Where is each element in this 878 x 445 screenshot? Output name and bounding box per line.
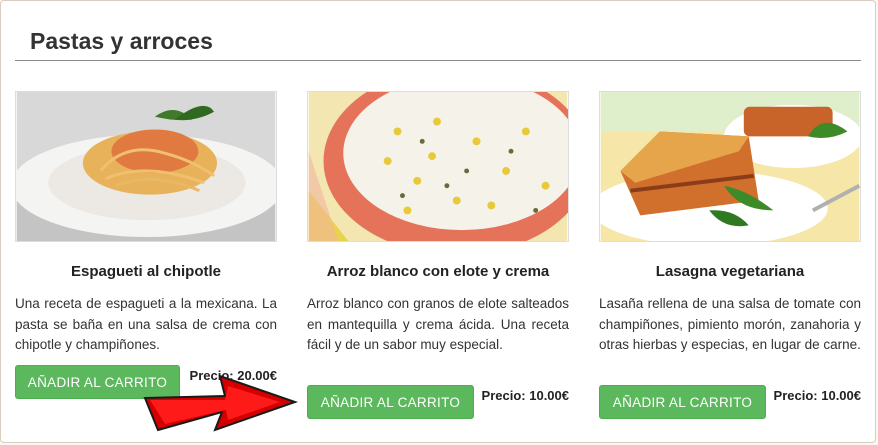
add-to-cart-button[interactable]: AÑADIR AL CARRITO	[307, 385, 474, 419]
product-image-lasagna	[599, 91, 861, 242]
product-name: Lasagna vegetariana	[655, 263, 805, 280]
product-name: Arroz blanco con elote y crema	[326, 263, 550, 280]
section-title: Pastas y arroces	[30, 28, 213, 54]
product-price: Precio: 10.00€	[481, 388, 569, 403]
product-image-espagueti	[15, 91, 277, 242]
product-card-espagueti: Espagueti al chipotle Una receta de espa…	[15, 91, 277, 399]
product-description: Lasaña rellena de una salsa de tomate co…	[599, 296, 861, 352]
product-description: Arroz blanco con granos de elote saltead…	[307, 296, 569, 352]
product-image-arroz	[307, 91, 569, 242]
product-card-arroz: Arroz blanco con elote y crema Arroz bla…	[307, 91, 569, 419]
red-arrow-annotation	[143, 374, 299, 432]
add-to-cart-button[interactable]: AÑADIR AL CARRITO	[599, 385, 766, 419]
title-divider	[15, 60, 861, 61]
product-description: Una receta de espagueti a la mexicana. L…	[15, 296, 277, 352]
product-name: Espagueti al chipotle	[70, 263, 222, 280]
product-card-lasagna: Lasagna vegetariana Lasaña rellena de un…	[599, 91, 861, 419]
product-price: Precio: 10.00€	[773, 388, 861, 403]
